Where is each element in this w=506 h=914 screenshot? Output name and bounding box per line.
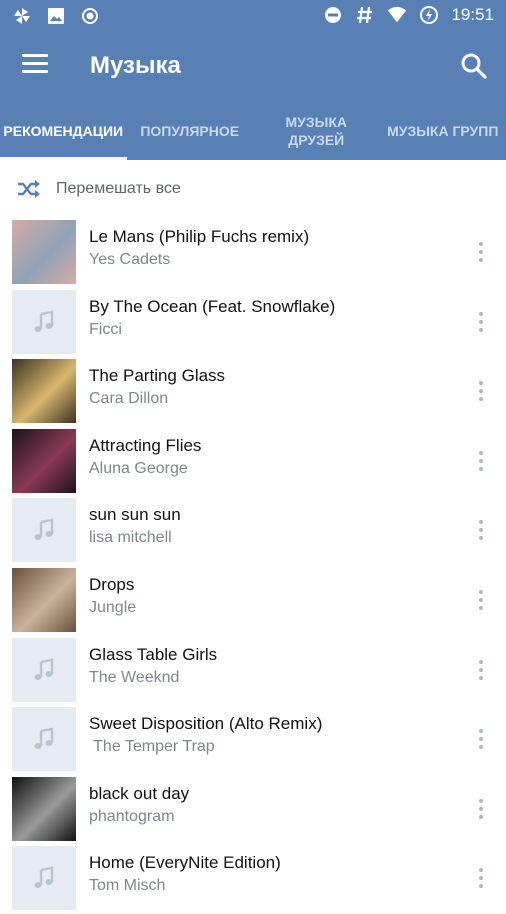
tab-label: МУЗЫКА ДРУЗЕЙ <box>259 113 374 149</box>
music-note-icon <box>12 290 76 354</box>
search-icon[interactable] <box>460 52 488 80</box>
track-row[interactable]: By The Ocean (Feat. Snowflake) Ficci <box>0 288 506 358</box>
music-note-icon <box>12 638 76 702</box>
shuffle-icon <box>16 179 42 199</box>
track-title: Home (EveryNite Edition) <box>89 853 281 873</box>
status-bar: 19:51 <box>0 0 506 32</box>
more-options-icon[interactable] <box>478 868 484 888</box>
album-cover <box>12 429 76 493</box>
track-row[interactable]: Sweet Disposition (Alto Remix) The Tempe… <box>0 705 506 775</box>
track-title: sun sun sun <box>89 505 181 525</box>
app-bar: Музыка <box>0 32 506 102</box>
track-title: By The Ocean (Feat. Snowflake) <box>89 297 335 317</box>
more-options-icon[interactable] <box>478 451 484 471</box>
track-title: The Parting Glass <box>89 366 225 386</box>
track-title: Sweet Disposition (Alto Remix) <box>89 714 322 734</box>
track-list: Le Mans (Philip Fuchs remix) Yes Cadets By… <box>0 218 506 914</box>
album-cover <box>12 777 76 841</box>
record-icon <box>80 6 100 26</box>
more-options-icon[interactable] <box>478 520 484 540</box>
track-row[interactable]: sun sun sun lisa mitchell <box>0 496 506 566</box>
track-artist: The Temper Trap <box>89 738 215 756</box>
album-cover <box>12 220 76 284</box>
track-title: black out day <box>89 784 189 804</box>
status-time: 19:51 <box>451 5 494 25</box>
music-note-icon <box>12 707 76 771</box>
pinwheel-icon <box>12 6 32 26</box>
track-row[interactable]: black out day phantogram <box>0 775 506 845</box>
image-icon <box>46 6 66 26</box>
track-title: Glass Table Girls <box>89 645 217 665</box>
tab-label: ПОПУЛЯРНОЕ <box>140 122 239 140</box>
track-row[interactable]: The Parting Glass Cara Dillon <box>0 357 506 427</box>
status-icons-right: 19:51 <box>323 5 494 25</box>
menu-icon[interactable] <box>22 54 48 76</box>
album-cover <box>12 359 76 423</box>
track-row[interactable]: Le Mans (Philip Fuchs remix) Yes Cadets <box>0 218 506 288</box>
track-row[interactable]: Drops Jungle <box>0 566 506 636</box>
more-options-icon[interactable] <box>478 381 484 401</box>
track-artist: Jungle <box>89 599 136 617</box>
tab-recommendations[interactable]: РЕКОМЕНДАЦИИ <box>0 102 127 160</box>
tab-friends-music[interactable]: МУЗЫКА ДРУЗЕЙ <box>253 102 380 160</box>
track-artist: Ficci <box>89 321 122 339</box>
battery-icon <box>419 5 439 25</box>
track-artist: lisa mitchell <box>89 529 172 547</box>
more-options-icon[interactable] <box>478 660 484 680</box>
shuffle-label: Перемешать все <box>56 180 181 198</box>
track-row[interactable]: Home (EveryNite Edition) Tom Misch <box>0 844 506 914</box>
wifi-icon <box>387 5 407 25</box>
track-row[interactable]: Glass Table Girls The Weeknd <box>0 636 506 706</box>
track-artist: Aluna George <box>89 460 188 478</box>
track-artist: Yes Cadets <box>89 251 170 269</box>
music-note-icon <box>12 498 76 562</box>
track-title: Attracting Flies <box>89 436 201 456</box>
track-title: Le Mans (Philip Fuchs remix) <box>89 227 309 247</box>
tab-label: МУЗЫКА ГРУПП <box>387 122 498 140</box>
track-artist: The Weeknd <box>89 669 179 687</box>
track-title: Drops <box>89 575 134 595</box>
track-row[interactable]: Attracting Flies Aluna George <box>0 427 506 497</box>
tab-groups-music[interactable]: МУЗЫКА ГРУПП <box>380 102 506 160</box>
track-artist: Tom Misch <box>89 877 165 895</box>
do-not-disturb-icon <box>323 5 343 25</box>
track-artist: phantogram <box>89 808 174 826</box>
page-title: Музыка <box>90 52 181 80</box>
track-artist: Cara Dillon <box>89 390 168 408</box>
more-options-icon[interactable] <box>478 729 484 749</box>
hash-icon <box>355 5 375 25</box>
status-icons-left <box>12 6 100 26</box>
music-note-icon <box>12 846 76 910</box>
more-options-icon[interactable] <box>478 590 484 610</box>
more-options-icon[interactable] <box>478 312 484 332</box>
tab-bar: РЕКОМЕНДАЦИИ ПОПУЛЯРНОЕ МУЗЫКА ДРУЗЕЙ МУ… <box>0 102 506 160</box>
tab-popular[interactable]: ПОПУЛЯРНОЕ <box>127 102 254 160</box>
more-options-icon[interactable] <box>478 242 484 262</box>
shuffle-all-button[interactable]: Перемешать все <box>0 160 506 218</box>
tab-label: РЕКОМЕНДАЦИИ <box>3 122 123 140</box>
more-options-icon[interactable] <box>478 799 484 819</box>
album-cover <box>12 568 76 632</box>
